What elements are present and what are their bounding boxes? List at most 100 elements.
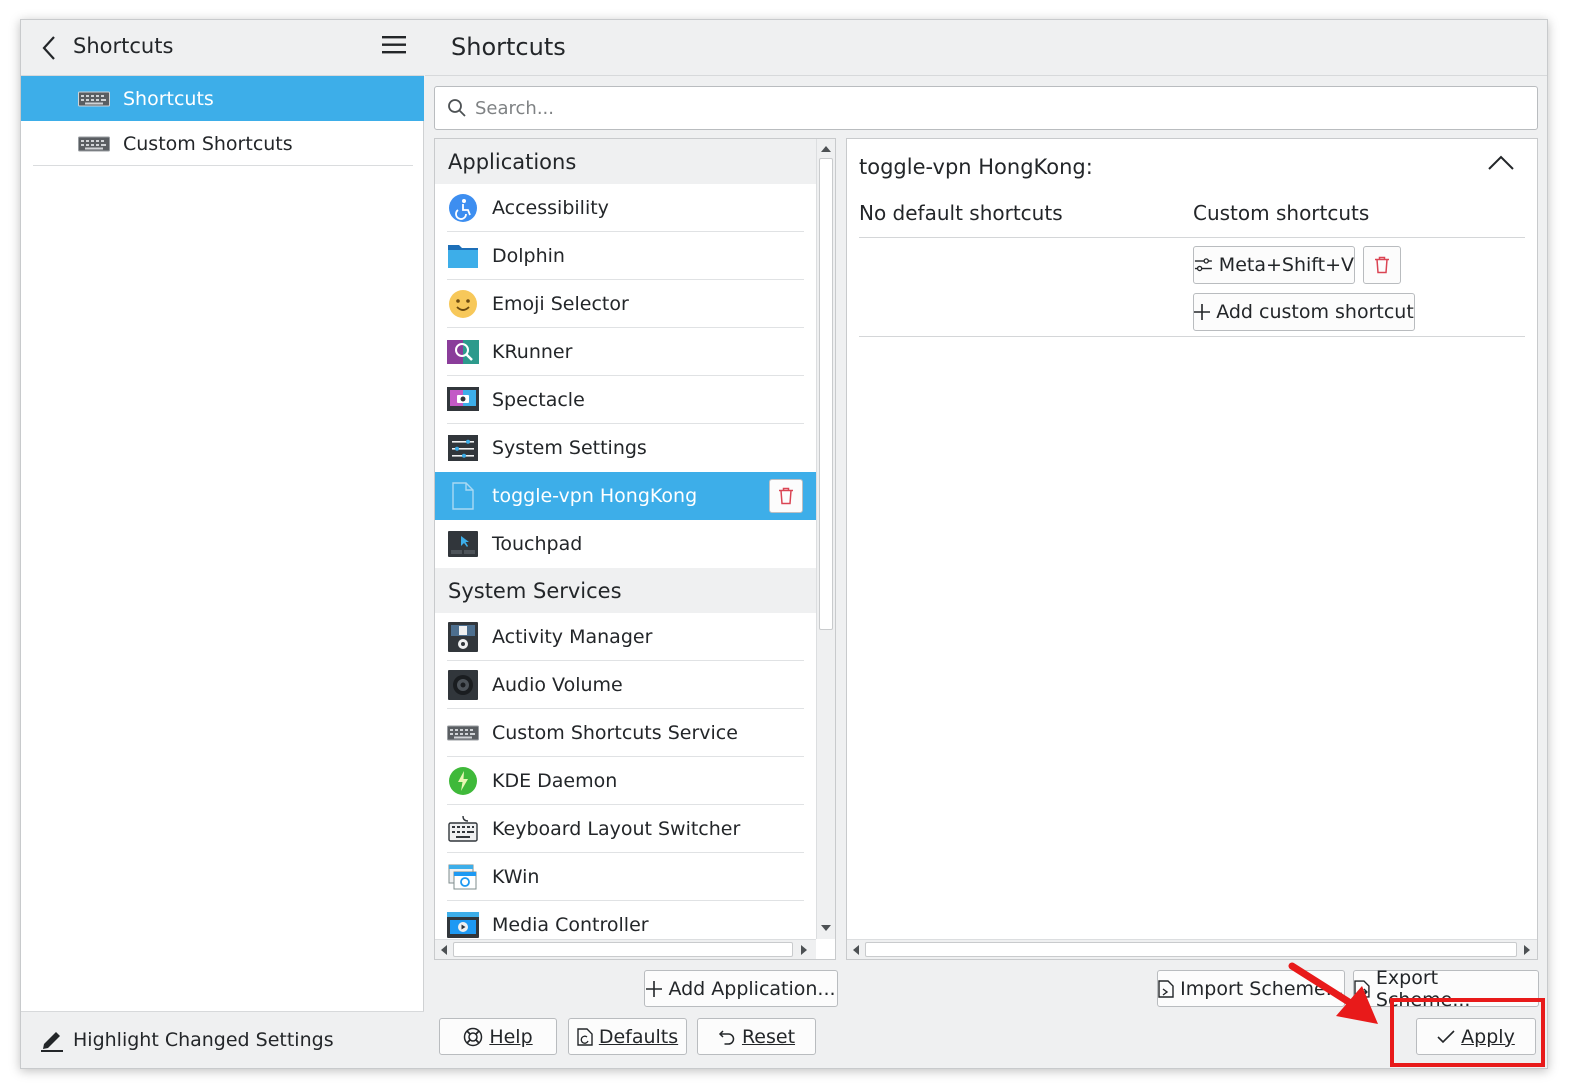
list-item-media-controller[interactable]: Media Controller	[435, 901, 816, 939]
scroll-down-arrow-icon[interactable]	[821, 925, 831, 932]
default-shortcuts-header: No default shortcuts	[859, 201, 1063, 225]
list-item-label: Accessibility	[492, 197, 609, 219]
custom-shortcuts-header: Custom shortcuts	[1193, 201, 1370, 225]
list-item-emoji-selector[interactable]: Emoji Selector	[435, 280, 816, 328]
keyboard-icon	[78, 91, 110, 106]
sidebar-item-label: Custom Shortcuts	[123, 132, 293, 155]
reset-button[interactable]: Reset	[697, 1018, 816, 1055]
chevron-up-icon	[1488, 155, 1514, 170]
krunner-icon	[447, 340, 479, 364]
document-icon	[452, 482, 474, 510]
list-item-kwin[interactable]: KWin	[435, 853, 816, 901]
help-label: Help	[489, 1025, 533, 1048]
section-header-applications: Applications	[435, 139, 816, 184]
delete-button[interactable]	[769, 479, 803, 513]
keyboard-icon	[78, 136, 110, 151]
main-header: Shortcuts	[425, 20, 1547, 76]
page-title: Shortcuts	[451, 33, 566, 61]
list-item-audio-volume[interactable]: Audio Volume	[435, 661, 816, 709]
list-item-label: Spectacle	[492, 389, 585, 411]
annotation-arrow-icon	[1288, 962, 1378, 1024]
scroll-up-arrow-icon[interactable]	[821, 145, 831, 152]
list-item-label: Media Controller	[492, 914, 649, 936]
vertical-scrollbar[interactable]	[816, 139, 835, 939]
speaker-icon	[448, 670, 478, 700]
divider	[33, 165, 413, 166]
collapse-button[interactable]	[1487, 153, 1519, 181]
list-item-kde-daemon[interactable]: KDE Daemon	[435, 757, 816, 805]
back-button[interactable]	[35, 34, 63, 62]
list-item-system-settings[interactable]: System Settings	[435, 424, 816, 472]
list-item-dolphin[interactable]: Dolphin	[435, 232, 816, 280]
folder-icon	[448, 245, 478, 268]
scroll-left-arrow-icon[interactable]	[440, 945, 447, 955]
search-field[interactable]	[434, 86, 1538, 130]
activity-manager-icon	[448, 622, 478, 652]
list-item-label: Touchpad	[492, 533, 583, 555]
component-list-content: Applications Accessibility Dolphin Emoji…	[435, 139, 816, 939]
detail-title: toggle-vpn HongKong:	[859, 155, 1093, 179]
defaults-button[interactable]: Defaults	[568, 1018, 687, 1055]
list-item-label: KRunner	[492, 341, 573, 363]
trash-icon	[1375, 256, 1389, 274]
list-item-spectacle[interactable]: Spectacle	[435, 376, 816, 424]
list-item-label: toggle-vpn HongKong	[492, 485, 698, 507]
system-settings-window: Shortcuts Shortcuts Custom Shortcuts Hig…	[20, 19, 1548, 1069]
list-item-toggle-vpn-hongkong[interactable]: toggle-vpn HongKong	[435, 472, 816, 520]
shortcut-detail-panel: toggle-vpn HongKong: No default shortcut…	[846, 138, 1538, 960]
add-application-button[interactable]: Add Application...	[644, 970, 838, 1007]
chevron-left-icon	[42, 36, 55, 60]
list-item-label: Dolphin	[492, 245, 565, 267]
search-icon	[448, 99, 466, 117]
list-item-keyboard-layout-switcher[interactable]: Keyboard Layout Switcher	[435, 805, 816, 853]
accessibility-icon	[449, 194, 477, 222]
section-header-system-services: System Services	[435, 568, 816, 613]
hamburger-icon	[382, 36, 406, 54]
list-item-label: Audio Volume	[492, 674, 623, 696]
shortcut-button[interactable]: Meta+Shift+V	[1193, 246, 1355, 284]
annotation-highlight-box	[1390, 998, 1545, 1067]
highlight-changed-settings-button[interactable]: Highlight Changed Settings	[21, 1011, 424, 1068]
horizontal-scrollbar[interactable]	[847, 939, 1537, 959]
document-revert-icon	[577, 1027, 593, 1046]
scrollbar-thumb[interactable]	[865, 942, 1517, 957]
emoji-icon	[449, 290, 477, 318]
list-item-custom-shortcuts-service[interactable]: Custom Shortcuts Service	[435, 709, 816, 757]
scroll-right-arrow-icon[interactable]	[1524, 945, 1531, 955]
reset-label: Reset	[741, 1025, 796, 1048]
scrollbar-thumb[interactable]	[819, 158, 833, 630]
list-item-accessibility[interactable]: Accessibility	[435, 184, 816, 232]
remove-shortcut-button[interactable]	[1363, 246, 1401, 284]
list-item-label: KDE Daemon	[492, 770, 618, 792]
sidebar-title: Shortcuts	[73, 34, 174, 58]
sidebar-item-label: Shortcuts	[123, 87, 214, 110]
media-controller-icon	[447, 912, 479, 938]
horizontal-scrollbar[interactable]	[435, 939, 816, 959]
shortcut-label: Meta+Shift+V	[1218, 254, 1354, 276]
hamburger-menu-button[interactable]	[381, 34, 411, 62]
list-item-activity-manager[interactable]: Activity Manager	[435, 613, 816, 661]
plus-icon	[646, 980, 663, 997]
sidebar-item-custom-shortcuts[interactable]: Custom Shortcuts	[21, 121, 424, 166]
scroll-left-arrow-icon[interactable]	[852, 945, 859, 955]
list-item-label: Emoji Selector	[492, 293, 629, 315]
help-icon	[464, 1027, 483, 1046]
list-item-label: Keyboard Layout Switcher	[492, 818, 741, 840]
search-input[interactable]	[475, 97, 1475, 119]
system-settings-icon	[448, 435, 478, 461]
add-custom-shortcut-label: Add custom shortcut	[1216, 301, 1414, 323]
keyboard-icon	[447, 725, 479, 741]
list-item-label: Activity Manager	[492, 626, 653, 648]
help-button[interactable]: Help	[439, 1018, 557, 1055]
list-item-label: System Settings	[492, 437, 647, 459]
list-item-touchpad[interactable]: Touchpad	[435, 520, 816, 568]
touchpad-icon	[448, 531, 478, 557]
add-custom-shortcut-button[interactable]: Add custom shortcut	[1193, 293, 1415, 331]
sidebar-item-shortcuts[interactable]: Shortcuts	[21, 76, 424, 121]
scroll-right-arrow-icon[interactable]	[801, 945, 808, 955]
scrollbar-thumb[interactable]	[453, 942, 793, 957]
highlight-changed-settings-label: Highlight Changed Settings	[73, 1029, 334, 1051]
list-item-krunner[interactable]: KRunner	[435, 328, 816, 376]
component-list: Applications Accessibility Dolphin Emoji…	[434, 138, 836, 960]
list-item-label: Custom Shortcuts Service	[492, 722, 738, 744]
